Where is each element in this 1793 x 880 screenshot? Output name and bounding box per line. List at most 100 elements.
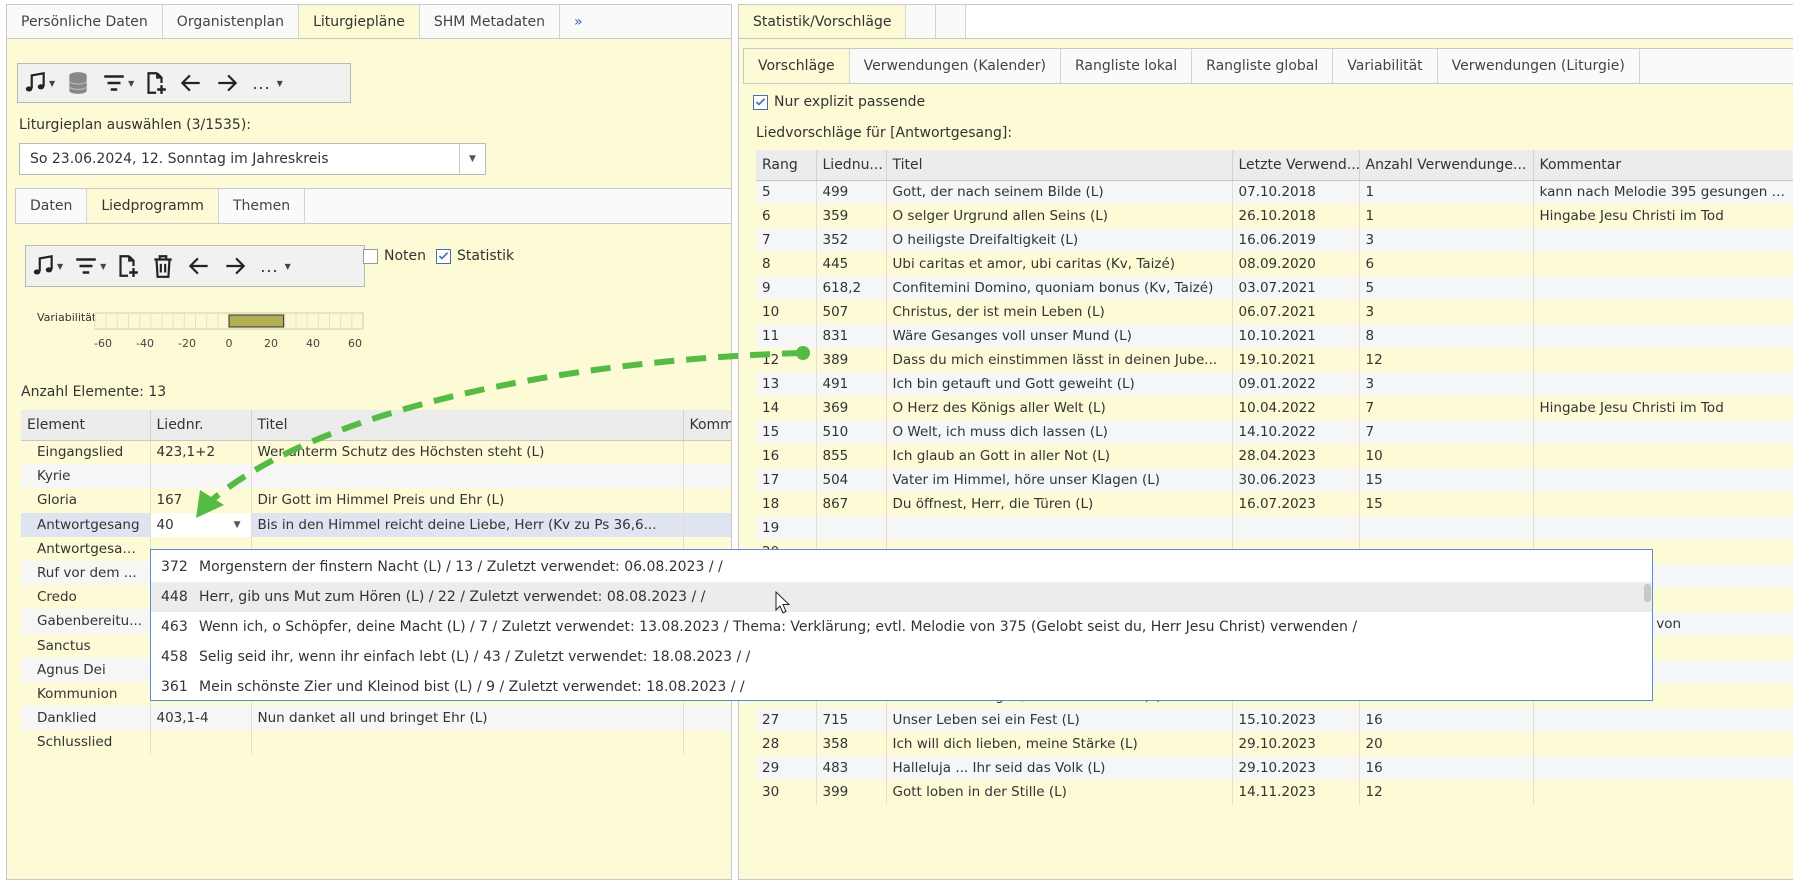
title-cell[interactable] [251,464,684,489]
title-cell[interactable]: Bis in den Himmel reicht deine Liebe, He… [251,512,684,537]
rank-cell[interactable]: 13 [756,372,817,396]
title-cell[interactable]: Dir Gott im Himmel Preis und Ehr (L) [251,488,684,513]
song-number-input[interactable]: 40 [157,517,174,533]
tab-persönliche-daten[interactable]: Persönliche Daten [7,5,163,38]
comment-cell[interactable] [1533,732,1793,756]
table-row[interactable]: 11 831 Wäre Gesanges voll unser Mund (L) 10… [756,324,1793,348]
forward-button[interactable] [222,250,248,282]
column-header-titel[interactable]: Titel [886,150,1233,181]
rank-cell[interactable]: 27 [756,708,817,732]
usage-count-cell[interactable] [1359,516,1534,540]
song-number-cell[interactable]: 507 [816,300,887,324]
table-row[interactable]: 9 618,2 Confitemini Domino, quoniam bonus … [756,276,1793,300]
tab-empty-1[interactable] [906,5,937,38]
comment-cell[interactable]: Hingabe Jesu Christi im Tod [1533,204,1793,228]
tab-vorschläge[interactable]: Vorschläge [744,49,850,83]
song-number-cell[interactable] [150,464,252,489]
table-row[interactable]: 6 359 O selger Urgrund allen Seins (L) 26.1… [756,204,1793,228]
element-cell[interactable]: Antwortgesang [21,512,151,537]
last-used-cell[interactable]: 16.06.2019 [1232,228,1360,252]
table-row[interactable]: 16 855 Ich glaub an Gott in aller Not (L) 2… [756,444,1793,468]
song-number-cell[interactable]: 510 [816,420,887,444]
song-number-cell[interactable]: 167 [150,488,252,513]
usage-count-cell[interactable]: 3 [1359,372,1534,396]
element-cell[interactable]: Agnus Dei [21,657,151,682]
rank-cell[interactable]: 18 [756,492,817,516]
rank-cell[interactable]: 17 [756,468,817,492]
last-used-cell[interactable]: 09.01.2022 [1232,372,1360,396]
title-cell[interactable] [886,516,1233,540]
rank-cell[interactable]: 6 [756,204,817,228]
song-number-cell[interactable]: 359 [816,204,887,228]
table-row[interactable]: 7 352 O heiligste Dreifaltigkeit (L) 16.06.… [756,228,1793,252]
song-number-cell[interactable]: 399 [816,780,887,804]
element-cell[interactable]: Gabenbereitu... [21,609,151,634]
column-header-titel[interactable]: Titel [251,410,684,441]
last-used-cell[interactable]: 19.10.2021 [1232,348,1360,372]
plan-select[interactable]: So 23.06.2024, 12. Sonntag im Jahreskrei… [19,143,486,175]
column-header-liednu[interactable]: Liednu... [816,150,887,181]
title-cell[interactable]: Gott loben in der Stille (L) [886,780,1233,804]
element-cell[interactable]: Kyrie [21,464,151,489]
stats-checkbox[interactable] [436,248,452,264]
table-row[interactable]: 15 510 O Welt, ich muss dich lassen (L) 14.… [756,420,1793,444]
comment-cell[interactable] [1533,228,1793,252]
tab-shm-metadaten[interactable]: SHM Metadaten [419,5,561,38]
table-row[interactable]: 8 445 Ubi caritas et amor, ubi caritas (Kv… [756,252,1793,276]
comment-cell[interactable] [1533,780,1793,804]
rank-cell[interactable]: 29 [756,756,817,780]
tab-liedprogramm[interactable]: Liedprogramm [87,189,219,223]
element-cell[interactable]: Danklied [21,706,151,731]
comment-cell[interactable] [683,706,731,731]
comment-cell[interactable] [1533,492,1793,516]
usage-count-cell[interactable]: 12 [1359,348,1534,372]
usage-count-cell[interactable]: 7 [1359,396,1534,420]
usage-count-cell[interactable]: 3 [1359,228,1534,252]
usage-count-cell[interactable]: 5 [1359,276,1534,300]
song-number-editor[interactable]: 40 ▼ [157,517,245,533]
song-number-cell[interactable]: 499 [816,180,887,204]
table-row[interactable]: 12 389 Dass du mich einstimmen lässt in de… [756,348,1793,372]
usage-count-cell[interactable]: 1 [1359,180,1534,204]
tab-verwendungen-kalender[interactable]: Verwendungen (Kalender) [849,49,1061,83]
song-number-cell[interactable]: 423,1+2 [150,440,252,465]
usage-count-cell[interactable]: 3 [1359,300,1534,324]
tab-variabilität[interactable]: Variabilität [1333,49,1438,83]
last-used-cell[interactable]: 14.10.2022 [1232,420,1360,444]
comment-cell[interactable] [1533,468,1793,492]
title-cell[interactable]: Ich glaub an Gott in aller Not (L) [886,444,1233,468]
song-number-cell[interactable]: 855 [816,444,887,468]
title-cell[interactable]: Ubi caritas et amor, ubi caritas (Kv, Ta… [886,252,1233,276]
dropdown-item[interactable]: 448 Herr, gib uns Mut zum Hören (L) / 22 … [151,582,1652,612]
table-row[interactable]: Eingangslied 423,1+2 Wer unterm Schutz des… [21,440,731,465]
filter-button[interactable]: ▼ [101,67,134,99]
column-header-liednr[interactable]: Liednr. [150,410,252,441]
song-number-cell[interactable]: 369 [816,396,887,420]
title-cell[interactable]: Halleluja ... Ihr seid das Volk (L) [886,756,1233,780]
rank-cell[interactable]: 14 [756,396,817,420]
title-cell[interactable]: Du öffnest, Herr, die Türen (L) [886,492,1233,516]
element-cell[interactable]: Credo [21,585,151,610]
comment-cell[interactable] [1533,300,1793,324]
rank-cell[interactable]: 9 [756,276,817,300]
rank-cell[interactable]: 28 [756,732,817,756]
song-number-cell[interactable]: 403,1-4 [150,706,252,731]
song-number-cell[interactable]: 358 [816,732,887,756]
comment-cell[interactable] [1533,372,1793,396]
table-row[interactable]: 29 483 Halleluja ... Ihr seid das Volk (L)… [756,756,1793,780]
title-cell[interactable] [251,730,684,755]
comment-cell[interactable] [1533,516,1793,540]
table-row[interactable]: Schlusslied [21,730,731,755]
explicit-checkbox-row[interactable]: Nur explizit passende [753,94,925,110]
table-row[interactable]: 30 399 Gott loben in der Stille (L) 14.11.2… [756,780,1793,804]
usage-count-cell[interactable]: 16 [1359,708,1534,732]
song-suggestion-dropdown[interactable]: 372 Morgenstern der finstern Nacht (L) / … [150,549,1653,701]
back-button[interactable] [178,67,204,99]
last-used-cell[interactable]: 06.07.2021 [1232,300,1360,324]
usage-count-cell[interactable]: 7 [1359,420,1534,444]
table-row[interactable]: 17 504 Vater im Himmel, höre unser Klagen … [756,468,1793,492]
dropdown-item[interactable]: 361 Mein schönste Zier und Kleinod bist (… [151,672,1652,702]
title-cell[interactable]: Ich will dich lieben, meine Stärke (L) [886,732,1233,756]
database-button[interactable] [65,67,91,99]
add-document-button[interactable] [142,67,168,99]
